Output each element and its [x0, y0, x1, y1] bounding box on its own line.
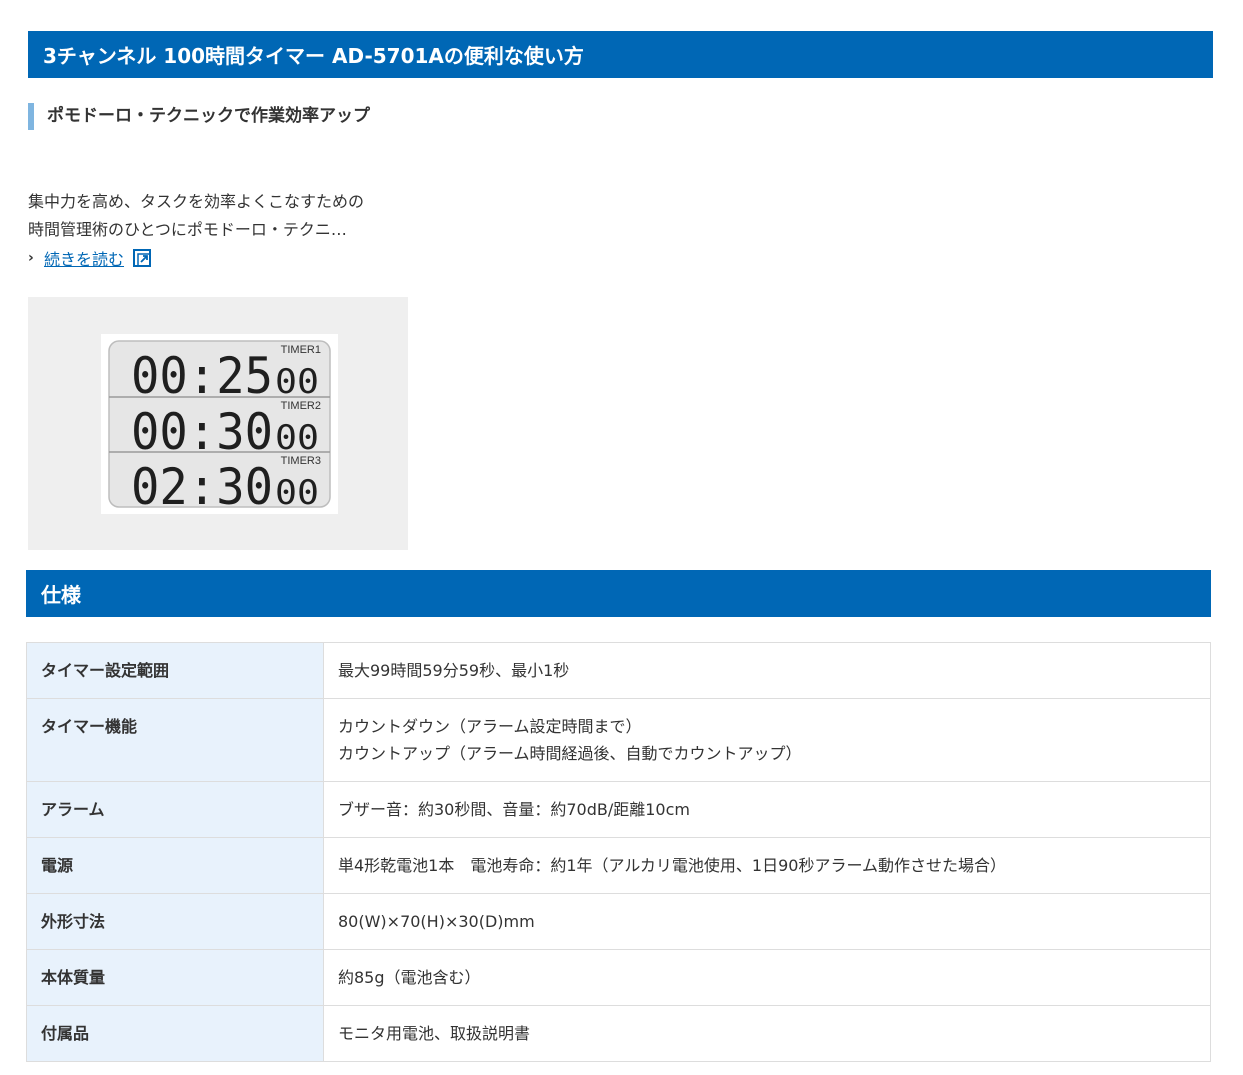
section-title: 仕様 [41, 583, 81, 607]
timer-seconds-digits: 00 [275, 473, 319, 513]
section-title: 3チャンネル 100時間タイマー AD-5701Aの便利な使い方 [43, 44, 584, 68]
timer-main-digits: 00:30 [131, 403, 273, 461]
spec-value: ブザー音：約30秒間、音量：約70dB/距離10cm [323, 781, 1211, 838]
spec-value: 80(W)×70(H)×30(D)mm [323, 893, 1211, 950]
chevron-right-icon: › [28, 250, 34, 266]
timer-lcd-display: TIMER100:25 00TIMER200:30 00TIMER302:30 00 [101, 334, 338, 514]
spec-value: カウントダウン（アラーム設定時間まで） カウントアップ（アラーム時間経過後、自動… [323, 698, 1211, 782]
spec-value-line: カウントダウン（アラーム設定時間まで） [338, 717, 642, 736]
timer-product-image: TIMER1 00:25 00 TIMER2 00:30 00 TIMER3 02:30 00 [28, 297, 408, 550]
spec-label: 電源 [26, 837, 324, 894]
spec-label: 本体質量 [26, 949, 324, 1006]
article-subheading-text: ポモドーロ・テクニックで作業効率アップ [47, 106, 370, 126]
timer-label: TIMER2 [281, 400, 321, 412]
timer-label: TIMER3 [281, 455, 321, 467]
timer-label: TIMER1 [281, 344, 321, 356]
table-row: 本体質量 約85g（電池含む） [26, 949, 1211, 1006]
section-header-spec: 仕様 [26, 570, 1211, 617]
spec-value: 約85g（電池含む） [323, 949, 1211, 1006]
timer-main-digits: 02:30 [131, 458, 273, 514]
spec-label: タイマー機能 [26, 698, 324, 782]
spec-label: 外形寸法 [26, 893, 324, 950]
table-row: 電源 単4形乾電池1本 電池寿命：約1年（アルカリ電池使用、1日90秒アラーム動… [26, 837, 1211, 894]
timer-seconds-digits: 00 [275, 362, 319, 402]
timer-main-digits: 00:25 [131, 347, 273, 405]
table-row: タイマー機能 カウントダウン（アラーム設定時間まで） カウントアップ（アラーム時… [26, 698, 1211, 782]
spec-label: 付属品 [26, 1005, 324, 1062]
article-description: 集中力を高め、タスクを効率よくこなすための 時間管理術のひとつにポモドーロ・テク… [28, 188, 408, 244]
table-row: アラーム ブザー音：約30秒間、音量：約70dB/距離10cm [26, 781, 1211, 838]
table-row: 付属品 モニタ用電池、取扱説明書 [26, 1005, 1211, 1062]
spec-value: 単4形乾電池1本 電池寿命：約1年（アルカリ電池使用、1日90秒アラーム動作させ… [323, 837, 1211, 894]
spec-value-line: カウントアップ（アラーム時間経過後、自動でカウントアップ） [338, 744, 802, 763]
timer-seconds-digits: 00 [275, 418, 319, 458]
article-subheading: ポモドーロ・テクニックで作業効率アップ [28, 103, 398, 130]
description-line: 時間管理術のひとつにポモドーロ・テクニ… [28, 220, 347, 239]
table-row: タイマー設定範囲 最大99時間59分59秒、最小1秒 [26, 642, 1211, 699]
spec-label: アラーム [26, 781, 324, 838]
read-more-link[interactable]: › 続きを読む [28, 244, 152, 272]
read-more-text[interactable]: 続きを読む [44, 246, 124, 270]
external-link-icon [133, 249, 152, 267]
spec-value: 最大99時間59分59秒、最小1秒 [323, 642, 1211, 699]
spec-label: タイマー設定範囲 [26, 642, 324, 699]
spec-table: タイマー設定範囲 最大99時間59分59秒、最小1秒 タイマー機能 カウントダウ… [26, 642, 1211, 1062]
section-header-usage: 3チャンネル 100時間タイマー AD-5701Aの便利な使い方 [28, 31, 1213, 78]
description-line: 集中力を高め、タスクを効率よくこなすための [28, 192, 365, 211]
spec-value: モニタ用電池、取扱説明書 [323, 1005, 1211, 1062]
table-row: 外形寸法 80(W)×70(H)×30(D)mm [26, 893, 1211, 950]
